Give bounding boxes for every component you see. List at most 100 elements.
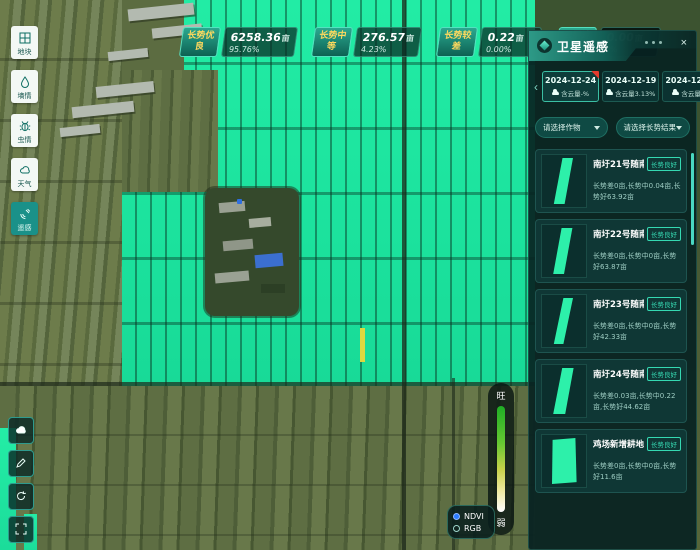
ndvi-radio-option[interactable]: NDVI: [453, 510, 489, 522]
stat-medium: 长势中等 276.57亩 4.23%: [313, 27, 420, 57]
radio-unselected-icon: [453, 525, 460, 532]
fullscreen-button[interactable]: [8, 516, 34, 543]
field-title: 南圩22号随南: [593, 228, 644, 240]
prev-date-button[interactable]: ‹: [533, 80, 539, 94]
crop-select-label: 请选择作物: [543, 122, 581, 133]
cloud-percent: 含云量-%: [681, 88, 700, 98]
stat-percent: 0.00%: [485, 45, 532, 54]
chevron-down-icon: [594, 126, 600, 130]
bug-icon: [19, 117, 31, 136]
sidebar-item-remote-sensing[interactable]: 遥感: [11, 202, 38, 235]
rgb-radio-option[interactable]: RGB: [453, 522, 489, 534]
field-thumbnail: [541, 434, 587, 488]
radio-selected-icon: [453, 513, 460, 520]
stat-number: 0.22: [486, 31, 515, 44]
growth-status-badge: 长势良好: [647, 437, 681, 451]
scrollbar[interactable]: [691, 153, 694, 245]
field-description: 长势差0亩,长势中0.04亩,长势好63.92亩: [593, 181, 681, 202]
droplet-icon: [19, 73, 31, 92]
sidebar-item-label: 天气: [18, 181, 32, 189]
growth-status-badge: 长势良好: [647, 227, 681, 241]
sidebar-item-label: 地块: [18, 49, 32, 57]
sidebar-item-pests[interactable]: 虫情: [11, 114, 38, 147]
sidebar-item-label: 墒情: [18, 93, 32, 101]
panel-header: [529, 31, 696, 61]
draw-button[interactable]: [8, 450, 34, 477]
field-thumbnail: [541, 364, 587, 418]
field-thumbnail: [541, 224, 587, 278]
stat-label: 长势中等: [311, 27, 353, 57]
stat-excellent: 长势优良 6258.36亩 95.76%: [181, 27, 296, 57]
cloud-icon: [552, 91, 559, 95]
rgb-label: RGB: [464, 524, 481, 533]
sidebar-item-plots[interactable]: 地块: [11, 26, 38, 59]
village-area: [205, 188, 299, 316]
cloud-percent: 含云量-%: [561, 88, 589, 98]
field-card-1[interactable]: 南圩21号随南 长势良好 长势差0亩,长势中0.04亩,长势好63.92亩: [535, 149, 687, 213]
panel-title: 卫星遥感: [557, 38, 609, 55]
stat-number: 276.57: [362, 31, 406, 44]
growth-select-dropdown[interactable]: 请选择长势结果: [616, 117, 691, 138]
field-card-3[interactable]: 南圩23号随南 长势良好 长势差0亩,长势中0亩,长势好42.33亩: [535, 289, 687, 353]
close-button[interactable]: ×: [679, 35, 689, 51]
weather-cloud-icon: [19, 161, 31, 180]
stat-number: 6258.36: [230, 31, 282, 44]
date-label: 2024-12-14: [665, 76, 700, 85]
stat-label: 长势优良: [179, 27, 221, 57]
field-description: 长势差0亩,长势中0亩,长势好63.87亩: [593, 251, 681, 272]
field-title: 南圩21号随南: [593, 158, 644, 170]
stat-unit: 亩: [515, 34, 524, 43]
road: [402, 0, 406, 550]
field-thumbnail: [541, 154, 587, 208]
field-card-4[interactable]: 南圩24号随南 长势良好 长势差0.03亩,长势中0.22亩,长势好44.62亩: [535, 359, 687, 423]
date-tab-1[interactable]: 2024-12-24 含云量-%: [542, 71, 599, 102]
yellow-field-patch: [360, 328, 365, 362]
sidebar-item-soil-moisture[interactable]: 墒情: [11, 70, 38, 103]
sidebar-item-weather[interactable]: 天气: [11, 158, 38, 191]
growth-select-label: 请选择长势结果: [624, 122, 677, 133]
field-list: 南圩21号随南 长势良好 长势差0亩,长势中0.04亩,长势好63.92亩 南圩…: [535, 149, 687, 545]
sidebar-item-label: 虫情: [18, 137, 32, 145]
pen-icon: [15, 454, 27, 473]
refresh-icon: [15, 487, 27, 506]
chevron-down-icon: [676, 126, 682, 130]
road: [0, 382, 535, 386]
date-tab-2[interactable]: 2024-12-19 含云量3.13%: [602, 71, 659, 102]
field-title: 鸡场新增耕地西: [593, 438, 644, 450]
layer-toggle: NDVI RGB: [447, 505, 495, 539]
growth-status-badge: 长势良好: [647, 157, 681, 171]
date-tabs: ‹ 2024-12-24 含云量-% 2024-12-19 含云量3.13% 2…: [533, 71, 692, 102]
stat-label: 长势较差: [435, 27, 477, 57]
field-card-2[interactable]: 南圩22号随南 长势良好 长势差0亩,长势中0亩,长势好63.87亩: [535, 219, 687, 283]
satellite-remote-sensing-panel: 卫星遥感 × ‹ 2024-12-24 含云量-% 2024-12-19 含云量…: [528, 30, 697, 550]
ndvi-gradient-bar: [497, 406, 505, 512]
stat-unit: 亩: [405, 34, 414, 43]
stat-unit: 亩: [281, 34, 290, 43]
crop-select-dropdown[interactable]: 请选择作物: [535, 117, 608, 138]
field-title: 南圩23号随南: [593, 298, 644, 310]
field-description: 长势差0亩,长势中0亩,长势好11.6亩: [593, 461, 681, 482]
ndvi-label: NDVI: [464, 512, 484, 521]
diamond-icon: [537, 38, 552, 53]
stat-percent: 4.23%: [360, 45, 413, 54]
field-description: 长势差0亩,长势中0亩,长势好42.33亩: [593, 321, 681, 342]
date-tab-3[interactable]: 2024-12-14 含云量-%: [662, 71, 700, 102]
cloud-percent: 含云量3.13%: [615, 88, 655, 98]
field-thumbnail: [541, 294, 587, 348]
field-title: 南圩24号随南: [593, 368, 644, 380]
growth-status-badge: 长势良好: [647, 297, 681, 311]
filter-row: 请选择作物 请选择长势结果: [535, 117, 690, 138]
field-description: 长势差0.03亩,长势中0.22亩,长势好44.62亩: [593, 391, 681, 412]
blue-roof-building: [254, 253, 283, 268]
field-card-5[interactable]: 鸡场新增耕地西 长势良好 长势差0亩,长势中0亩,长势好11.6亩: [535, 429, 687, 493]
satellite-icon: [19, 205, 31, 224]
field-grid-icon: [19, 29, 31, 48]
cloud-layer-button[interactable]: [8, 417, 34, 444]
blue-marker: [237, 199, 242, 204]
header-dots: [645, 41, 662, 44]
date-label: 2024-12-24: [545, 76, 596, 85]
refresh-button[interactable]: [8, 483, 34, 510]
cloud-icon: [606, 91, 613, 95]
cloud-layer-icon: [15, 421, 27, 440]
stat-value: 6258.36亩 95.76%: [221, 27, 298, 57]
